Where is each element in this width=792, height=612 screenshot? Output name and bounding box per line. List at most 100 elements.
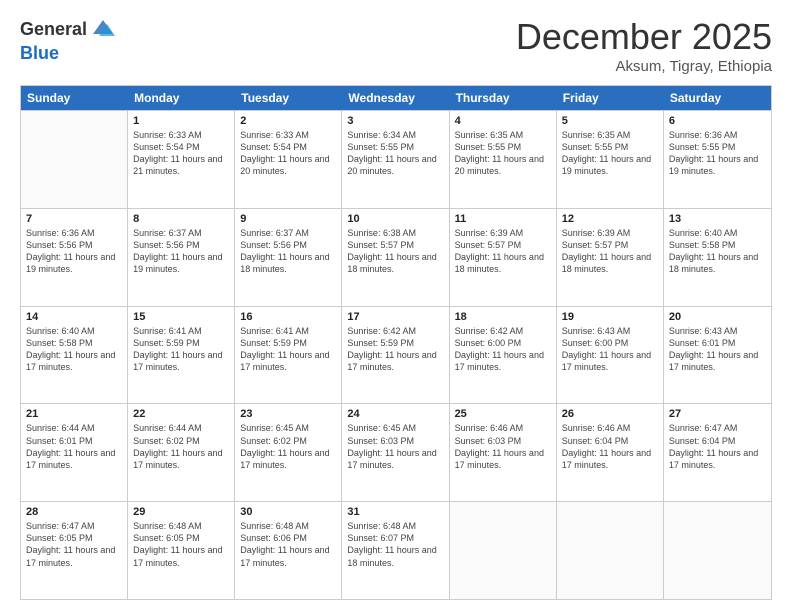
calendar-cell: 29Sunrise: 6:48 AMSunset: 6:05 PMDayligh… (128, 502, 235, 599)
weekday-header: Wednesday (342, 86, 449, 110)
calendar-cell: 17Sunrise: 6:42 AMSunset: 5:59 PMDayligh… (342, 307, 449, 404)
cell-info: Sunrise: 6:33 AMSunset: 5:54 PMDaylight:… (240, 129, 336, 178)
calendar-cell (21, 111, 128, 208)
calendar-body: 1 Sunrise: 6:33 AMSunset: 5:54 PMDaylight… (21, 110, 771, 599)
cell-info: Sunrise: 6:47 AMSunset: 6:05 PMDaylight:… (26, 520, 122, 569)
day-number: 7 (26, 213, 122, 225)
day-number: 21 (26, 408, 122, 420)
day-number: 11 (455, 213, 551, 225)
cell-info: Sunrise: 6:38 AMSunset: 5:57 PMDaylight:… (347, 227, 443, 276)
day-number: 18 (455, 311, 551, 323)
calendar-cell: 28Sunrise: 6:47 AMSunset: 6:05 PMDayligh… (21, 502, 128, 599)
calendar-cell: 15 Sunrise: 6:41 AMSunset: 5:59 PMDayligh… (128, 307, 235, 404)
page: General Blue December 2025 Aksum, Tigray… (0, 0, 792, 612)
day-number: 16 (240, 311, 336, 323)
header: General Blue December 2025 Aksum, Tigray… (20, 16, 772, 75)
cell-info: Sunrise: 6:45 AMSunset: 6:02 PMDaylight:… (240, 422, 336, 471)
day-number: 25 (455, 408, 551, 420)
calendar-cell: 24 Sunrise: 6:45 AMSunset: 6:03 PMDayligh… (342, 404, 449, 501)
calendar-cell: 7 Sunrise: 6:36 AMSunset: 5:56 PMDaylight… (21, 209, 128, 306)
day-number: 20 (669, 311, 766, 323)
day-number: 29 (133, 506, 229, 518)
calendar-cell (557, 502, 664, 599)
cell-info: Sunrise: 6:43 AMSunset: 6:01 PMDaylight:… (669, 325, 766, 374)
calendar-cell: 25Sunrise: 6:46 AMSunset: 6:03 PMDayligh… (450, 404, 557, 501)
day-number: 4 (455, 115, 551, 127)
calendar-cell: 16 Sunrise: 6:41 AMSunset: 5:59 PMDayligh… (235, 307, 342, 404)
day-number: 13 (669, 213, 766, 225)
cell-info: Sunrise: 6:41 AMSunset: 5:59 PMDaylight:… (133, 325, 229, 374)
day-number: 19 (562, 311, 658, 323)
calendar-cell: 3 Sunrise: 6:34 AMSunset: 5:55 PMDaylight… (342, 111, 449, 208)
calendar-row: 21 Sunrise: 6:44 AMSunset: 6:01 PMDayligh… (21, 403, 771, 501)
calendar-cell: 27Sunrise: 6:47 AMSunset: 6:04 PMDayligh… (664, 404, 771, 501)
calendar-row: 7 Sunrise: 6:36 AMSunset: 5:56 PMDaylight… (21, 208, 771, 306)
cell-info: Sunrise: 6:37 AMSunset: 5:56 PMDaylight:… (240, 227, 336, 276)
cell-info: Sunrise: 6:34 AMSunset: 5:55 PMDaylight:… (347, 129, 443, 178)
cell-info: Sunrise: 6:39 AMSunset: 5:57 PMDaylight:… (562, 227, 658, 276)
calendar-cell: 8 Sunrise: 6:37 AMSunset: 5:56 PMDaylight… (128, 209, 235, 306)
day-number: 30 (240, 506, 336, 518)
logo-icon (89, 16, 117, 44)
calendar-cell: 1 Sunrise: 6:33 AMSunset: 5:54 PMDaylight… (128, 111, 235, 208)
weekday-header: Monday (128, 86, 235, 110)
cell-info: Sunrise: 6:40 AMSunset: 5:58 PMDaylight:… (669, 227, 766, 276)
day-number: 8 (133, 213, 229, 225)
day-number: 31 (347, 506, 443, 518)
title-block: December 2025 Aksum, Tigray, Ethiopia (516, 16, 772, 75)
calendar-cell: 5 Sunrise: 6:35 AMSunset: 5:55 PMDaylight… (557, 111, 664, 208)
calendar-cell: 4Sunrise: 6:35 AMSunset: 5:55 PMDaylight… (450, 111, 557, 208)
calendar-cell: 12 Sunrise: 6:39 AMSunset: 5:57 PMDayligh… (557, 209, 664, 306)
day-number: 1 (133, 115, 229, 127)
weekday-header: Thursday (450, 86, 557, 110)
cell-info: Sunrise: 6:48 AMSunset: 6:07 PMDaylight:… (347, 520, 443, 569)
day-number: 10 (347, 213, 443, 225)
cell-info: Sunrise: 6:39 AMSunset: 5:57 PMDaylight:… (455, 227, 551, 276)
calendar-cell: 18 Sunrise: 6:42 AMSunset: 6:00 PMDayligh… (450, 307, 557, 404)
day-number: 27 (669, 408, 766, 420)
day-number: 2 (240, 115, 336, 127)
calendar-row: 28Sunrise: 6:47 AMSunset: 6:05 PMDayligh… (21, 501, 771, 599)
day-number: 12 (562, 213, 658, 225)
cell-info: Sunrise: 6:42 AMSunset: 5:59 PMDaylight:… (347, 325, 443, 374)
day-number: 5 (562, 115, 658, 127)
day-number: 15 (133, 311, 229, 323)
weekday-header: Friday (557, 86, 664, 110)
calendar-cell: 31 Sunrise: 6:48 AMSunset: 6:07 PMDayligh… (342, 502, 449, 599)
calendar-cell: 26Sunrise: 6:46 AMSunset: 6:04 PMDayligh… (557, 404, 664, 501)
cell-info: Sunrise: 6:40 AMSunset: 5:58 PMDaylight:… (26, 325, 122, 374)
cell-info: Sunrise: 6:43 AMSunset: 6:00 PMDaylight:… (562, 325, 658, 374)
calendar-cell: 20 Sunrise: 6:43 AMSunset: 6:01 PMDayligh… (664, 307, 771, 404)
day-number: 14 (26, 311, 122, 323)
calendar-cell: 10 Sunrise: 6:38 AMSunset: 5:57 PMDayligh… (342, 209, 449, 306)
calendar-cell: 6Sunrise: 6:36 AMSunset: 5:55 PMDaylight… (664, 111, 771, 208)
cell-info: Sunrise: 6:33 AMSunset: 5:54 PMDaylight:… (133, 129, 229, 178)
weekday-header: Sunday (21, 86, 128, 110)
cell-info: Sunrise: 6:37 AMSunset: 5:56 PMDaylight:… (133, 227, 229, 276)
day-number: 3 (347, 115, 443, 127)
calendar-header: SundayMondayTuesdayWednesdayThursdayFrid… (21, 86, 771, 110)
calendar-row: 14 Sunrise: 6:40 AMSunset: 5:58 PMDayligh… (21, 306, 771, 404)
calendar-cell: 22 Sunrise: 6:44 AMSunset: 6:02 PMDayligh… (128, 404, 235, 501)
logo-general: General (20, 20, 87, 40)
calendar-cell: 11 Sunrise: 6:39 AMSunset: 5:57 PMDayligh… (450, 209, 557, 306)
logo-blue: Blue (20, 44, 117, 64)
calendar-cell: 30Sunrise: 6:48 AMSunset: 6:06 PMDayligh… (235, 502, 342, 599)
day-number: 26 (562, 408, 658, 420)
cell-info: Sunrise: 6:41 AMSunset: 5:59 PMDaylight:… (240, 325, 336, 374)
cell-info: Sunrise: 6:36 AMSunset: 5:56 PMDaylight:… (26, 227, 122, 276)
day-number: 24 (347, 408, 443, 420)
location-subtitle: Aksum, Tigray, Ethiopia (516, 58, 772, 75)
calendar-cell: 21 Sunrise: 6:44 AMSunset: 6:01 PMDayligh… (21, 404, 128, 501)
day-number: 23 (240, 408, 336, 420)
calendar-row: 1 Sunrise: 6:33 AMSunset: 5:54 PMDaylight… (21, 110, 771, 208)
logo: General Blue (20, 16, 117, 64)
cell-info: Sunrise: 6:35 AMSunset: 5:55 PMDaylight:… (562, 129, 658, 178)
day-number: 22 (133, 408, 229, 420)
calendar-cell: 14 Sunrise: 6:40 AMSunset: 5:58 PMDayligh… (21, 307, 128, 404)
cell-info: Sunrise: 6:44 AMSunset: 6:02 PMDaylight:… (133, 422, 229, 471)
cell-info: Sunrise: 6:44 AMSunset: 6:01 PMDaylight:… (26, 422, 122, 471)
cell-info: Sunrise: 6:45 AMSunset: 6:03 PMDaylight:… (347, 422, 443, 471)
cell-info: Sunrise: 6:42 AMSunset: 6:00 PMDaylight:… (455, 325, 551, 374)
cell-info: Sunrise: 6:36 AMSunset: 5:55 PMDaylight:… (669, 129, 766, 178)
